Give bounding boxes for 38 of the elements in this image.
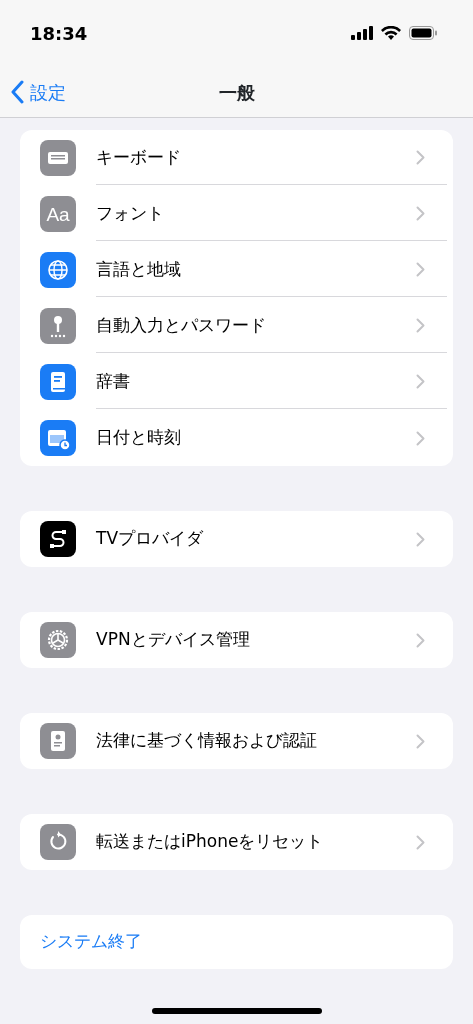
back-button[interactable]: 設定 (0, 78, 66, 106)
gear-icon (40, 622, 76, 658)
settings-row[interactable]: 辞書 (20, 354, 453, 410)
chevron-icon (416, 430, 425, 446)
chevron-icon (416, 262, 425, 277)
settings-row[interactable]: キーボード (20, 130, 453, 186)
wifi-icon (381, 26, 401, 40)
font-icon: Aa (40, 196, 76, 232)
settings-row[interactable]: VPNとデバイス管理 (20, 612, 453, 668)
status-time: 18:34 (30, 21, 88, 46)
chevron-icon (416, 150, 425, 165)
chevron-icon (416, 834, 425, 850)
chevron-icon (416, 531, 425, 547)
settings-row[interactable]: 自動入力とパスワード (20, 298, 453, 354)
chevron-icon (416, 374, 425, 389)
settings-row[interactable]: TVプロバイダ (20, 511, 453, 567)
back-label: 設定 (30, 80, 66, 105)
keyboard-icon (40, 140, 76, 176)
shutdown-button[interactable]: システム終了 (20, 915, 453, 969)
chevron-icon (416, 733, 425, 749)
chevron-icon (416, 318, 425, 333)
chevron-icon (416, 206, 425, 221)
document-icon (40, 723, 76, 759)
key-icon (40, 308, 76, 344)
settings-row[interactable]: 転送またはiPhoneをリセット (20, 814, 453, 870)
signal-icon (351, 26, 373, 40)
page-title: 一般 (218, 80, 255, 105)
back-chevron-icon (10, 80, 24, 104)
settings-row[interactable]: 法律に基づく情報および認証 (20, 713, 453, 769)
battery-icon (409, 26, 437, 40)
calendar-icon (40, 420, 76, 456)
cable-icon (40, 521, 76, 557)
settings-row[interactable]: 日付と時刻 (20, 410, 453, 466)
chevron-icon (416, 632, 425, 648)
settings-row[interactable]: 言語と地域 (20, 242, 453, 298)
globe-icon (40, 252, 76, 288)
settings-row[interactable]: Aa フォント (20, 186, 453, 242)
book-icon (40, 364, 76, 400)
